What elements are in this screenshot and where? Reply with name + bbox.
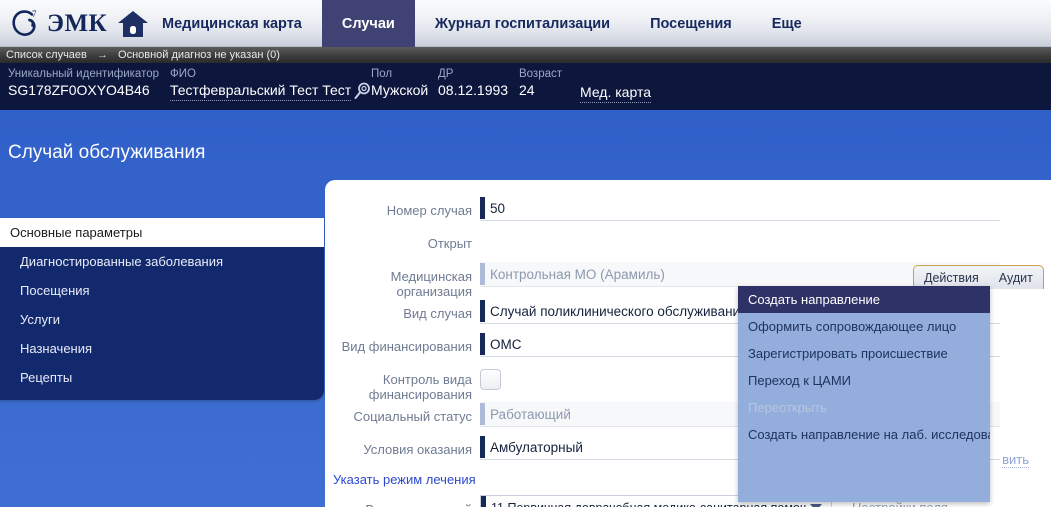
breadcrumb-arrow-icon: → — [96, 49, 108, 61]
case-status-value — [480, 229, 1051, 254]
nav-tab-cases[interactable]: Случаи — [321, 0, 415, 47]
social-status-value: Работающий — [490, 406, 571, 422]
breadcrumb: Список случаев → Основной диагноз не ука… — [0, 47, 1051, 63]
patient-med-card-field: Мед. карта — [580, 83, 651, 103]
menu-item-create-lab-referral[interactable]: Создать направление на лаб. исследован — [738, 421, 990, 448]
patient-dob-value: 08.12.1993 — [438, 82, 509, 98]
svg-text:7: 7 — [32, 9, 37, 19]
patient-dob-field: ДР 08.12.1993 — [438, 67, 508, 100]
app-logo-text: ЭМК — [47, 10, 108, 37]
patient-dob-label: ДР — [438, 68, 454, 80]
funding-value: ОМС — [490, 336, 522, 352]
page-title: Случай обслуживания — [8, 142, 206, 163]
menu-item-create-referral[interactable]: Создать направление — [738, 286, 990, 313]
organization-value: Контрольная МО (Арамиль) — [490, 266, 665, 282]
conditions-label: Условия оказания — [363, 442, 472, 457]
breadcrumb-root-link[interactable]: Список случаев — [6, 49, 87, 61]
organization-label: Медицинская организация — [390, 269, 472, 299]
aid-type-label: Вид медицинской помощи — [325, 495, 480, 507]
actions-dropdown-menu: Создать направление Оформить сопровождаю… — [738, 286, 990, 502]
sidebar-item-main-parameters[interactable]: Основные параметры — [0, 218, 324, 247]
funding-control-label: Контроль вида финансирования — [368, 372, 472, 402]
sidebar-item-services[interactable]: Услуги — [0, 305, 324, 334]
patient-sex-label: Пол — [371, 68, 393, 80]
top-navigation-bar: 7 ЭМК Медицинская карта Случаи Журнал го… — [0, 0, 1051, 47]
case-number-value: 50 — [490, 200, 506, 216]
funding-label: Вид финансирования — [341, 339, 472, 354]
patient-age-label: Возраст — [519, 68, 563, 80]
patient-sex-field: Пол Мужской — [371, 67, 428, 100]
case-number-input[interactable]: 50 — [480, 196, 1000, 221]
sidebar-item-diagnosed-diseases[interactable]: Диагностированные заболевания — [0, 247, 324, 276]
nav-tab-more[interactable]: Еще — [752, 0, 822, 47]
menu-item-register-escort[interactable]: Оформить сопровождающее лицо — [738, 313, 990, 340]
patient-info-bar: Список случаев → Основной диагноз не ука… — [0, 47, 1051, 150]
menu-item-register-incident[interactable]: Зарегистрировать происшествие — [738, 340, 990, 367]
app-logo[interactable]: 7 ЭМК — [8, 4, 149, 44]
main-nav-tabs: Медицинская карта Случаи Журнал госпитал… — [142, 0, 822, 47]
nav-tab-hospitalization-journal[interactable]: Журнал госпитализации — [415, 0, 630, 47]
patient-uid-value: SG178ZF0OXYO4B46 — [8, 82, 150, 98]
form-row-status: Открыт — [325, 229, 1051, 262]
page-body: Случай обслуживания Основные параметры Д… — [0, 110, 1051, 507]
sidebar-menu: Основные параметры Диагностированные заб… — [0, 218, 324, 400]
patient-age-value: 24 — [519, 82, 535, 98]
breadcrumb-current: Основной диагноз не указан (0) — [118, 49, 280, 61]
patient-age-field: Возраст 24 — [519, 67, 562, 100]
case-type-label: Вид случая — [403, 306, 472, 321]
c7-logo-icon: 7 — [12, 9, 37, 36]
patient-uid-field: Уникальный идентификатор SG178ZF0OXYO4B4… — [8, 67, 159, 100]
case-number-label: Номер случая — [386, 203, 472, 218]
case-type-value: Случай поликлинического обслуживания — [490, 303, 748, 319]
patient-sex-value: Мужской — [371, 82, 429, 98]
patient-fio-value[interactable]: Тестфевральский Тест Тест — [170, 81, 352, 101]
patient-fio-label: ФИО — [170, 68, 196, 80]
tab-audit[interactable]: Аудит — [989, 266, 1043, 289]
form-row-case-number: Номер случая 50 — [325, 196, 1051, 229]
social-status-label: Социальный статус — [353, 409, 472, 424]
conditions-value: Амбулаторный — [490, 439, 583, 455]
case-status-label: Открыт — [427, 236, 472, 251]
menu-item-goto-cami[interactable]: Переход к ЦАМИ — [738, 367, 990, 394]
funding-control-checkbox[interactable] — [480, 369, 501, 390]
med-card-link[interactable]: Мед. карта — [580, 83, 651, 103]
patient-fio-field: ФИО Тестфевральский Тест Тест — [170, 67, 373, 101]
nav-tab-medical-card[interactable]: Медицинская карта — [142, 0, 322, 47]
sidebar-item-visits[interactable]: Посещения — [0, 276, 324, 305]
sidebar-item-prescriptions[interactable]: Рецепты — [0, 363, 324, 392]
patient-uid-label: Уникальный идентификатор — [8, 68, 159, 80]
add-link[interactable]: вить — [1002, 452, 1029, 468]
sidebar-item-appointments[interactable]: Назначения — [0, 334, 324, 363]
menu-item-reopen: Переоткрыть — [748, 400, 827, 415]
nav-tab-visits[interactable]: Посещения — [630, 0, 752, 47]
